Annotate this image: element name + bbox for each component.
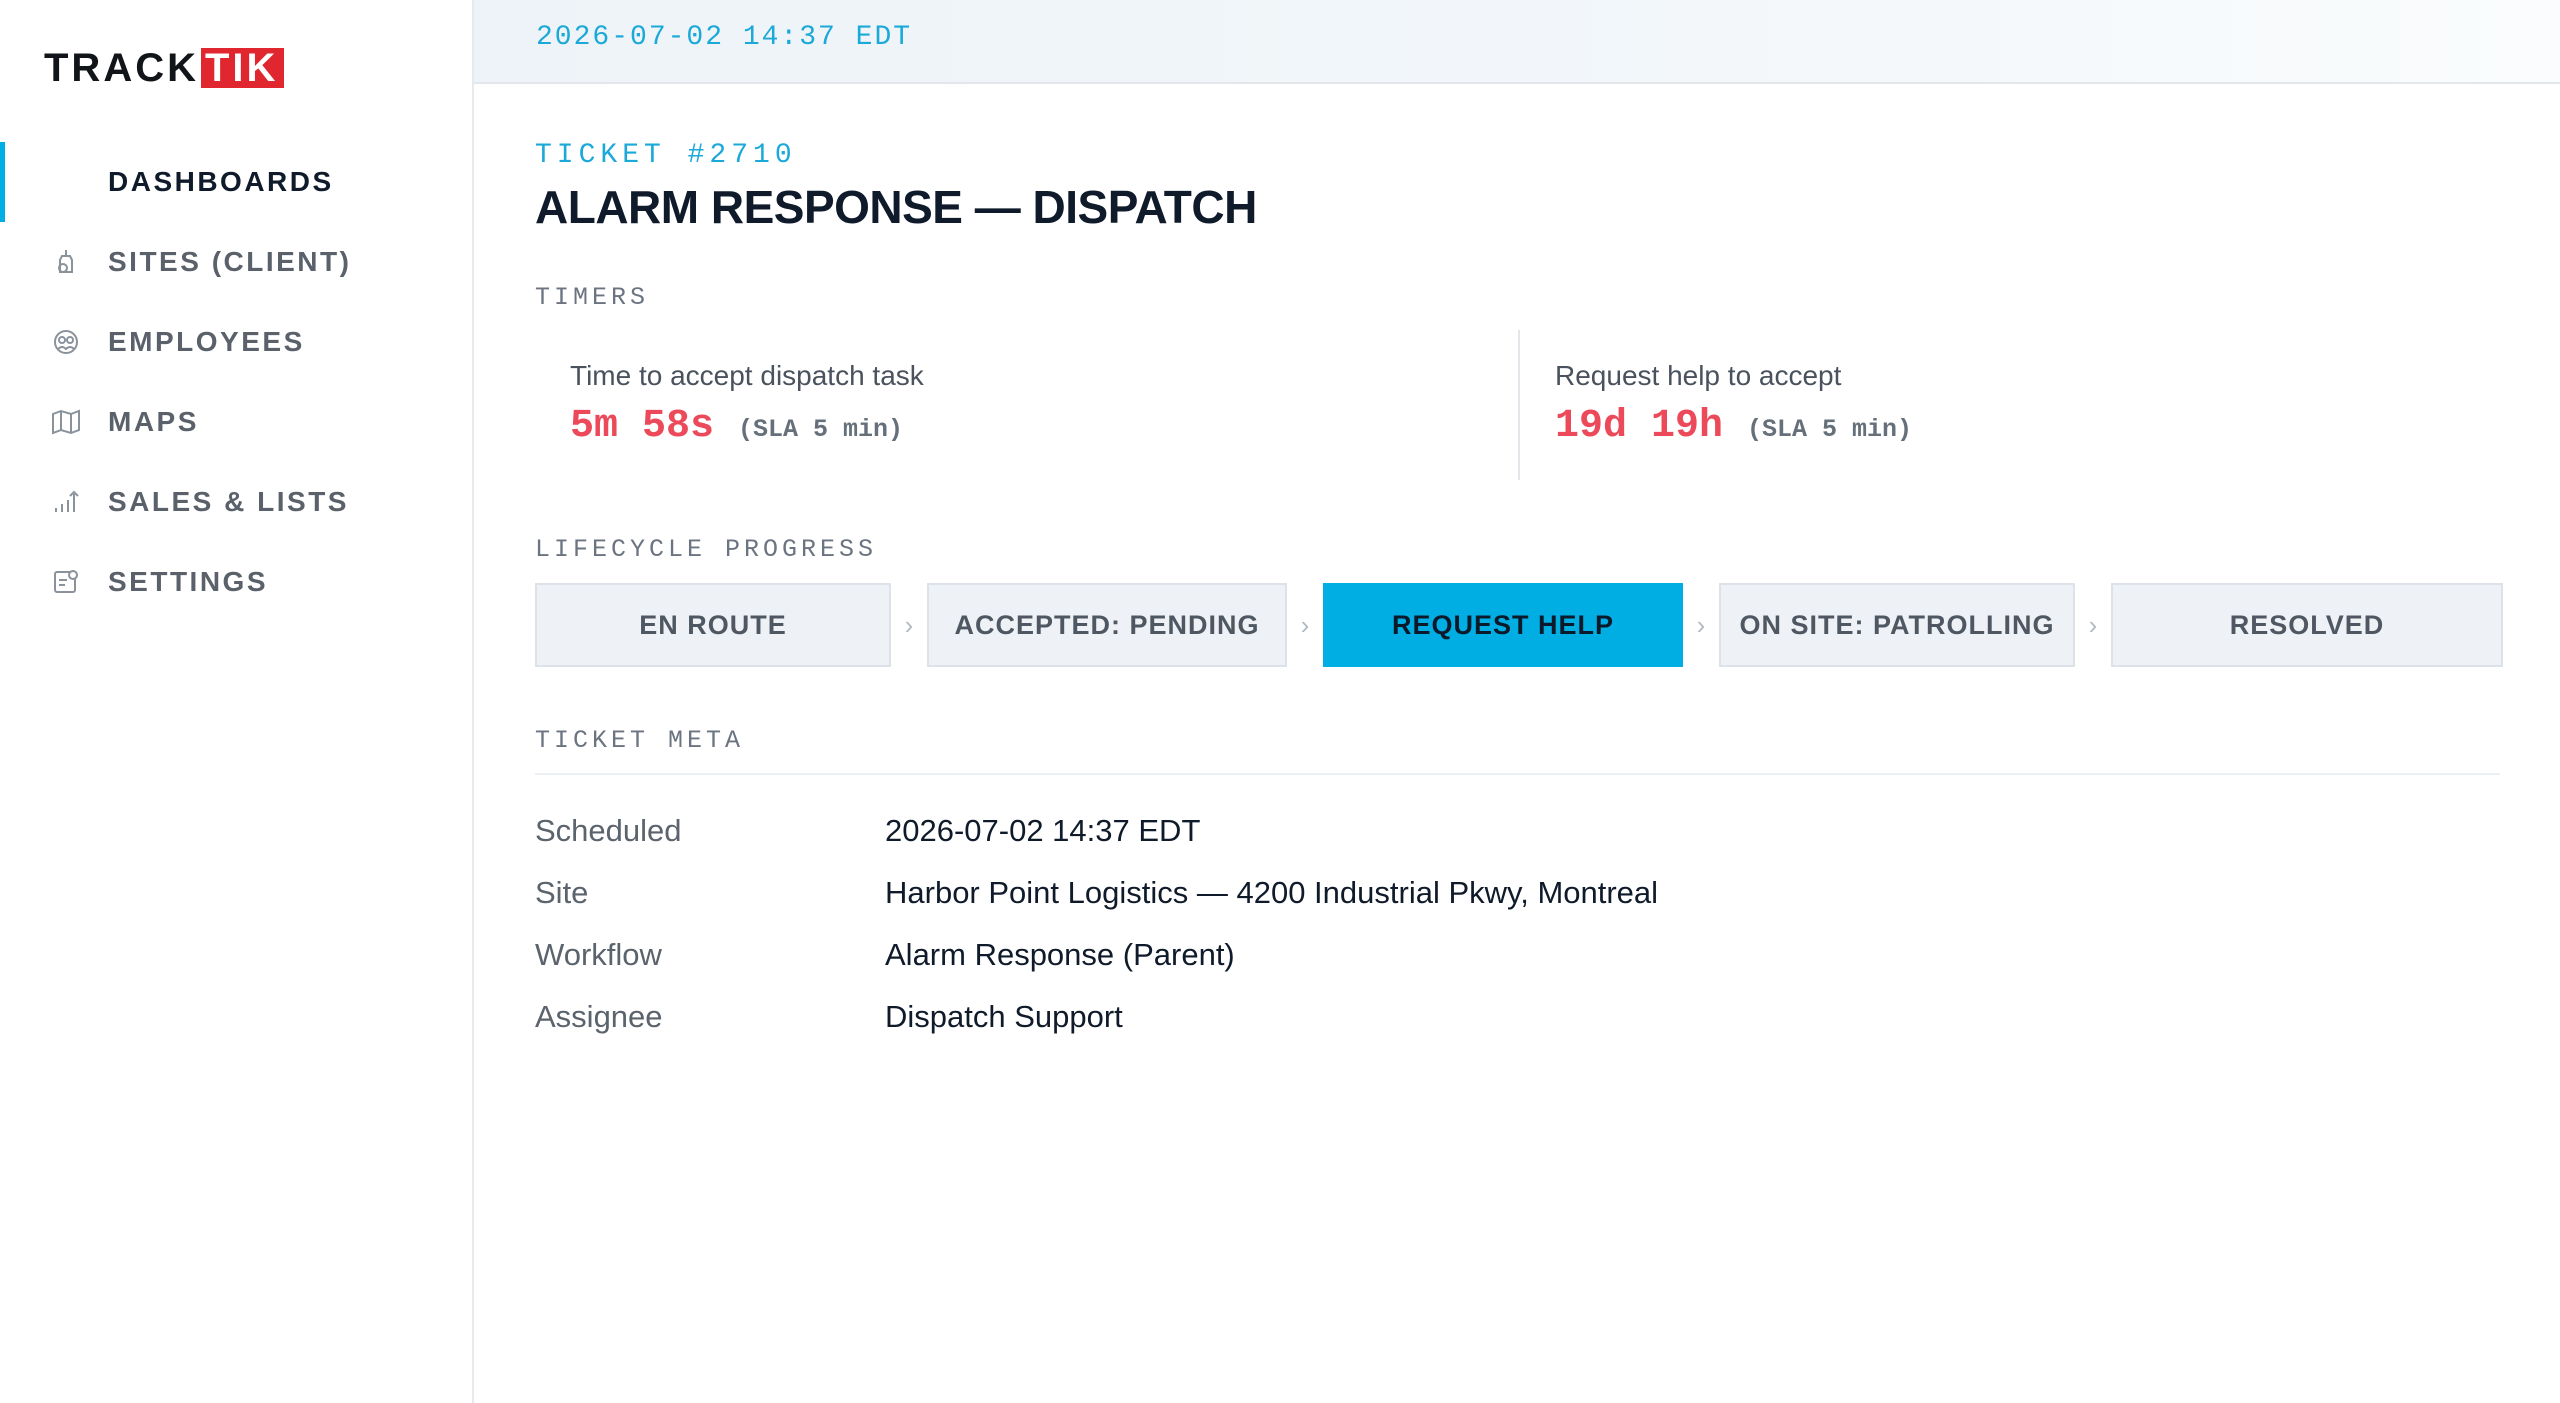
sidebar-nav: DASHBOARDS SITES (CLIENT) EMPLOYEES MAPS… bbox=[0, 142, 472, 622]
timers-section-label: TIMERS bbox=[535, 283, 650, 312]
stage-en-route[interactable]: EN ROUTE bbox=[535, 583, 891, 667]
sidebar-item-settings[interactable]: SETTINGS bbox=[0, 542, 472, 622]
chart-icon bbox=[50, 486, 82, 518]
logo-part-track: TRACK bbox=[44, 46, 199, 90]
chevron-right-icon: › bbox=[1300, 609, 1310, 640]
timer-sla: (SLA 5 min) bbox=[1747, 415, 1913, 444]
timer-accept-dispatch: Time to accept dispatch task 5m 58s (SLA… bbox=[535, 330, 1517, 480]
meta-row-site: Site Harbor Point Logistics — 4200 Indus… bbox=[535, 862, 2435, 924]
chevron-right-icon: › bbox=[904, 609, 914, 640]
chevron-right-icon: › bbox=[1696, 609, 1706, 640]
ticket-panel: TICKET #2710 ALARM RESPONSE — DISPATCH T… bbox=[535, 0, 2503, 1403]
sidebar-item-sales-lists[interactable]: SALES & LISTS bbox=[0, 462, 472, 542]
sidebar-item-label: SALES & LISTS bbox=[108, 486, 349, 517]
logo-part-tik: TIK bbox=[200, 48, 285, 88]
timer-request-help: Request help to accept 19d 19h (SLA 5 mi… bbox=[1518, 330, 2500, 480]
sites-icon bbox=[50, 246, 82, 278]
timer-values: 19d 19h (SLA 5 min) bbox=[1555, 404, 1912, 449]
ticket-id: TICKET #2710 bbox=[535, 140, 797, 171]
timer-value: 5m 58s bbox=[570, 404, 715, 449]
sidebar-item-maps[interactable]: MAPS bbox=[0, 382, 472, 462]
stage-request-help[interactable]: REQUEST HELP bbox=[1323, 583, 1683, 667]
settings-icon bbox=[50, 566, 82, 598]
app-root: TRACK TIK DASHBOARDS SITES (CLIENT) EMPL… bbox=[0, 0, 2560, 1403]
sidebar: TRACK TIK DASHBOARDS SITES (CLIENT) EMPL… bbox=[0, 0, 474, 1403]
dashboards-icon-placeholder bbox=[50, 166, 82, 198]
meta-value: Dispatch Support bbox=[885, 999, 1123, 1034]
sidebar-item-label: EMPLOYEES bbox=[108, 326, 305, 357]
employees-icon bbox=[50, 326, 82, 358]
sidebar-item-employees[interactable]: EMPLOYEES bbox=[0, 302, 472, 382]
map-icon bbox=[50, 406, 82, 438]
meta-row-scheduled: Scheduled 2026-07-02 14:37 EDT bbox=[535, 800, 2435, 862]
timer-label: Request help to accept bbox=[1555, 360, 1842, 391]
meta-value: Alarm Response (Parent) bbox=[885, 937, 1235, 972]
lifecycle-progress: EN ROUTE › ACCEPTED: PENDING › REQUEST H… bbox=[535, 583, 2503, 667]
meta-key: Workflow bbox=[535, 937, 662, 972]
timer-values: 5m 58s (SLA 5 min) bbox=[570, 404, 903, 449]
sidebar-item-label: DASHBOARDS bbox=[108, 166, 334, 197]
timer-label: Time to accept dispatch task bbox=[570, 360, 924, 391]
meta-value: Harbor Point Logistics — 4200 Industrial… bbox=[885, 875, 1659, 910]
meta-section-label: TICKET META bbox=[535, 726, 745, 755]
sidebar-item-label: MAPS bbox=[108, 406, 199, 437]
page-title: ALARM RESPONSE — DISPATCH bbox=[535, 181, 1257, 233]
meta-key: Scheduled bbox=[535, 813, 682, 848]
sidebar-item-label: SETTINGS bbox=[108, 566, 269, 597]
sidebar-item-dashboards[interactable]: DASHBOARDS bbox=[0, 142, 472, 222]
tracktik-logo[interactable]: TRACK TIK bbox=[44, 46, 285, 90]
stage-accepted-pending[interactable]: ACCEPTED: PENDING bbox=[927, 583, 1287, 667]
sidebar-item-sites[interactable]: SITES (CLIENT) bbox=[0, 222, 472, 302]
ticket-meta-list: Scheduled 2026-07-02 14:37 EDT Site Harb… bbox=[535, 800, 2435, 1048]
lifecycle-section-label: LIFECYCLE PROGRESS bbox=[535, 535, 878, 564]
meta-row-workflow: Workflow Alarm Response (Parent) bbox=[535, 924, 2435, 986]
stage-resolved[interactable]: RESOLVED bbox=[2111, 583, 2503, 667]
meta-divider bbox=[535, 773, 2500, 775]
timer-sla: (SLA 5 min) bbox=[738, 415, 904, 444]
meta-row-assignee: Assignee Dispatch Support bbox=[535, 986, 2435, 1048]
meta-key: Assignee bbox=[535, 999, 663, 1034]
timer-value: 19d 19h bbox=[1555, 404, 1724, 449]
meta-key: Site bbox=[535, 875, 589, 910]
sidebar-item-label: SITES (CLIENT) bbox=[108, 246, 352, 277]
meta-value: 2026-07-02 14:37 EDT bbox=[885, 813, 1201, 848]
chevron-right-icon: › bbox=[2088, 609, 2098, 640]
stage-on-site-patrolling[interactable]: ON SITE: PATROLLING bbox=[1719, 583, 2075, 667]
